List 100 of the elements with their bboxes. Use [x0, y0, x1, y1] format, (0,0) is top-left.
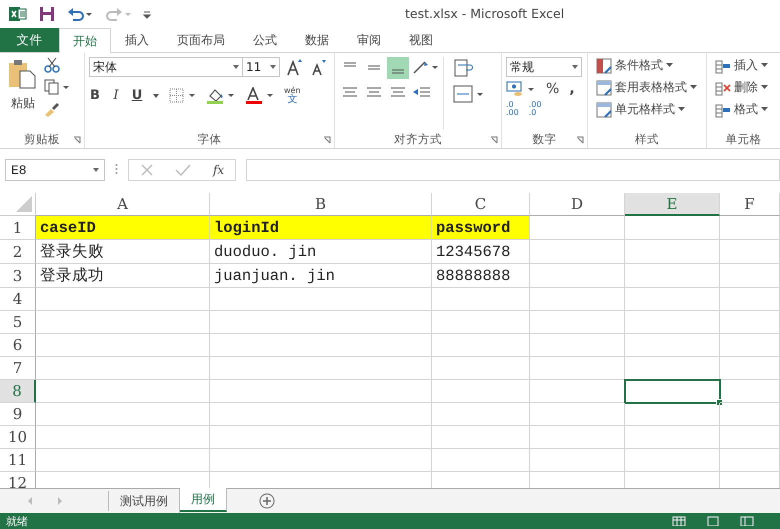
table-cell[interactable]: [432, 357, 530, 380]
cells-menu-button[interactable]: 格式: [734, 101, 758, 118]
percent-style-button[interactable]: %: [546, 81, 560, 97]
dialog-launcher-icon[interactable]: [490, 136, 498, 144]
formula-input[interactable]: [246, 159, 780, 181]
table-cell[interactable]: [530, 426, 625, 449]
table-cell[interactable]: [36, 311, 210, 334]
table-cell[interactable]: [432, 311, 530, 334]
table-cell[interactable]: [625, 264, 720, 288]
table-cell[interactable]: [210, 357, 432, 380]
table-cell[interactable]: [530, 288, 625, 311]
table-cell[interactable]: [210, 426, 432, 449]
wrap-text-icon[interactable]: [452, 57, 474, 79]
dropdown-arrow-icon[interactable]: [666, 63, 673, 68]
row-header[interactable]: 2: [0, 240, 36, 264]
cells-menu-button[interactable]: 插入: [734, 57, 758, 74]
row-header[interactable]: 11: [0, 449, 36, 472]
table-cell[interactable]: [210, 449, 432, 472]
table-cell[interactable]: [530, 357, 625, 380]
table-cell[interactable]: [720, 288, 780, 311]
dropdown-arrow-icon[interactable]: [761, 85, 768, 90]
table-cell[interactable]: duoduo. jin: [210, 240, 432, 264]
font-color-icon[interactable]: [245, 86, 275, 104]
row-header[interactable]: 6: [0, 334, 36, 357]
table-cell[interactable]: [432, 334, 530, 357]
font-name-dropdown[interactable]: 宋体: [89, 57, 243, 77]
table-cell[interactable]: [432, 288, 530, 311]
table-cell[interactable]: [720, 216, 780, 240]
column-header[interactable]: E: [625, 193, 720, 216]
insert-function-button[interactable]: fx: [212, 163, 224, 177]
table-cell[interactable]: [36, 426, 210, 449]
table-cell[interactable]: [720, 357, 780, 380]
table-cell[interactable]: [530, 216, 625, 240]
fill-color-icon[interactable]: [206, 86, 236, 104]
italic-button[interactable]: I: [110, 88, 122, 103]
ribbon-tab[interactable]: 视图: [395, 28, 447, 52]
column-header[interactable]: F: [720, 193, 780, 216]
dialog-launcher-icon[interactable]: [73, 136, 81, 144]
styles-menu-button[interactable]: 条件格式: [615, 57, 663, 74]
table-cell[interactable]: password: [432, 216, 530, 240]
table-cell[interactable]: [720, 449, 780, 472]
table-cell[interactable]: 88888888: [432, 264, 530, 288]
page-break-icon[interactable]: [740, 516, 754, 526]
table-cell[interactable]: [625, 403, 720, 426]
paintbrush-icon[interactable]: [44, 101, 60, 117]
ribbon-tab[interactable]: 插入: [111, 28, 163, 52]
decrease-decimal-button[interactable]: .00 .0: [528, 101, 542, 117]
paste-button[interactable]: 粘贴: [8, 57, 38, 130]
table-cell[interactable]: [432, 403, 530, 426]
cancel-icon[interactable]: [140, 163, 154, 177]
name-box[interactable]: E8: [5, 159, 105, 181]
comma-style-button[interactable]: ,: [569, 81, 575, 97]
excel-logo-icon[interactable]: [9, 6, 27, 22]
styles-menu-button[interactable]: 套用表格格式: [615, 79, 687, 96]
table-cell[interactable]: [36, 380, 210, 403]
table-cell[interactable]: [720, 380, 780, 403]
underline-button[interactable]: U: [131, 88, 143, 103]
table-cell[interactable]: [210, 288, 432, 311]
table-cell[interactable]: [210, 334, 432, 357]
table-cell[interactable]: [432, 449, 530, 472]
table-cell[interactable]: [530, 403, 625, 426]
row-header[interactable]: 5: [0, 311, 36, 334]
table-cell[interactable]: [625, 334, 720, 357]
scroll-left-icon[interactable]: [26, 496, 34, 506]
scroll-right-icon[interactable]: [56, 496, 64, 506]
table-cell[interactable]: 12345678: [432, 240, 530, 264]
table-cell[interactable]: 登录失败: [36, 240, 210, 264]
row-header[interactable]: 3: [0, 264, 36, 288]
table-cell[interactable]: caseID: [36, 216, 210, 240]
increase-decimal-button[interactable]: .0 .00: [506, 101, 519, 117]
redo-icon[interactable]: [105, 7, 131, 21]
table-cell[interactable]: juanjuan. jin: [210, 264, 432, 288]
sheet-tab[interactable]: 用例: [180, 488, 227, 512]
table-cell[interactable]: [625, 311, 720, 334]
table-cell[interactable]: [36, 357, 210, 380]
table-cell[interactable]: [36, 403, 210, 426]
copy-icon[interactable]: [44, 79, 70, 95]
table-cell[interactable]: [36, 334, 210, 357]
row-header[interactable]: 8: [0, 380, 36, 403]
dropdown-arrow-icon[interactable]: [761, 63, 768, 68]
ribbon-tab[interactable]: 公式: [239, 28, 291, 52]
borders-icon[interactable]: [169, 88, 197, 104]
table-cell[interactable]: [625, 449, 720, 472]
table-cell[interactable]: [625, 288, 720, 311]
ribbon-tab[interactable]: 开始: [59, 28, 111, 53]
table-cell[interactable]: [720, 334, 780, 357]
table-cell[interactable]: [720, 264, 780, 288]
table-cell[interactable]: [530, 264, 625, 288]
table-cell[interactable]: [210, 380, 432, 403]
dialog-launcher-icon[interactable]: [576, 136, 584, 144]
number-format-dropdown[interactable]: 常规: [506, 57, 582, 77]
table-cell[interactable]: [530, 240, 625, 264]
table-cell[interactable]: [432, 380, 530, 403]
dropdown-arrow-icon[interactable]: [690, 85, 697, 90]
table-cell[interactable]: [625, 380, 720, 403]
bold-button[interactable]: B: [89, 88, 101, 103]
page-layout-icon[interactable]: [706, 516, 720, 526]
cells-menu-button[interactable]: 删除: [734, 79, 758, 96]
add-sheet-icon[interactable]: [259, 493, 275, 509]
table-cell[interactable]: [625, 216, 720, 240]
